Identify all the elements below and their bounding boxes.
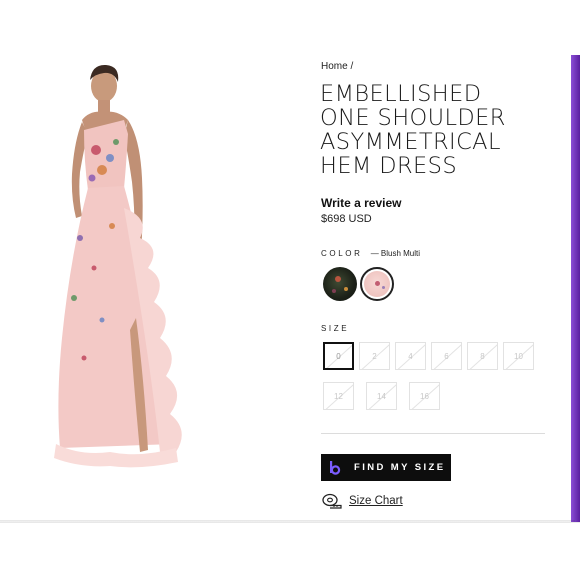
size-option-10[interactable]: 10 bbox=[503, 342, 534, 370]
product-title-line: ONE SHOULDER bbox=[320, 105, 506, 131]
color-selector-label: COLOR — Blush Multi bbox=[321, 249, 420, 258]
size-label: SIZE bbox=[321, 324, 350, 333]
size-option-label: 6 bbox=[444, 351, 449, 361]
product-title-line: ASYMMETRICAL bbox=[320, 129, 501, 155]
product-price: $698 USD bbox=[321, 213, 372, 225]
breadcrumb: Home / bbox=[321, 61, 353, 72]
size-option-label: 14 bbox=[377, 391, 386, 401]
size-option-label: 0 bbox=[336, 351, 341, 361]
breadcrumb-separator: / bbox=[350, 61, 354, 72]
color-label: COLOR bbox=[321, 249, 363, 258]
color-swatch-blush-multi[interactable] bbox=[360, 267, 394, 301]
size-option-12[interactable]: 12 bbox=[323, 382, 354, 410]
color-swatch-blush-fill bbox=[364, 271, 390, 297]
size-option-6[interactable]: 6 bbox=[431, 342, 462, 370]
measuring-tape-icon bbox=[322, 493, 342, 509]
product-title: EMBELLISHED ONE SHOULDER ASYMMETRICAL HE… bbox=[320, 82, 560, 178]
find-my-size-button[interactable]: FIND MY SIZE bbox=[321, 454, 451, 481]
selected-color-name: — Blush Multi bbox=[370, 249, 421, 258]
product-photo[interactable] bbox=[40, 58, 188, 470]
write-review-link[interactable]: Write a review bbox=[321, 196, 401, 210]
size-chart-link[interactable]: Size Chart bbox=[349, 495, 403, 507]
bottom-blank-area bbox=[0, 522, 580, 580]
size-option-label: 12 bbox=[334, 391, 343, 401]
size-option-label: 4 bbox=[408, 351, 413, 361]
window-edge-accent bbox=[571, 55, 580, 525]
size-option-label: 16 bbox=[420, 391, 429, 401]
size-option-label: 10 bbox=[514, 351, 523, 361]
size-option-14[interactable]: 14 bbox=[366, 382, 397, 410]
dress-model-image bbox=[54, 64, 182, 468]
product-title-line: EMBELLISHED bbox=[320, 81, 482, 107]
breadcrumb-home-link[interactable]: Home bbox=[321, 61, 348, 72]
find-my-size-label: FIND MY SIZE bbox=[354, 462, 446, 473]
size-option-4[interactable]: 4 bbox=[395, 342, 426, 370]
page: Home / EMBELLISHED ONE SHOULDER ASYMMETR… bbox=[0, 0, 580, 580]
size-option-2[interactable]: 2 bbox=[359, 342, 390, 370]
product-title-line: HEM DRESS bbox=[320, 153, 458, 179]
size-chart-row: Size Chart bbox=[322, 493, 403, 509]
size-option-label: 8 bbox=[480, 351, 485, 361]
size-option-16[interactable]: 16 bbox=[409, 382, 440, 410]
size-option-8[interactable]: 8 bbox=[467, 342, 498, 370]
color-swatch-black-multi[interactable] bbox=[323, 267, 357, 301]
size-option-label: 2 bbox=[372, 351, 377, 361]
section-divider bbox=[321, 433, 545, 434]
size-option-0[interactable]: 0 bbox=[323, 342, 354, 370]
fit-logo-icon bbox=[329, 460, 341, 475]
